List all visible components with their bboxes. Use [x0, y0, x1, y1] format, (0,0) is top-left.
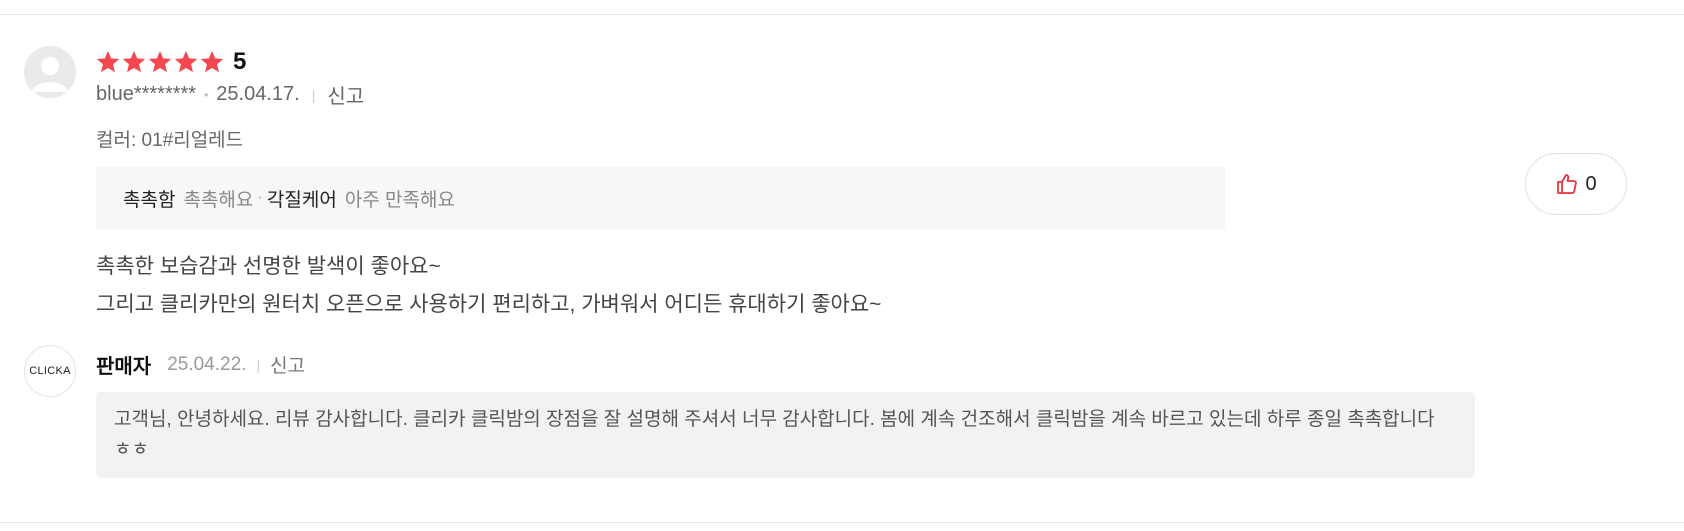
seller-name: 판매자 [96, 356, 152, 378]
seller-reply-date: 25.04.22. [167, 353, 247, 375]
seller-logo: CLICKA [24, 345, 76, 397]
star-icon [122, 50, 146, 73]
seller-report-link[interactable]: 신고 [270, 351, 305, 378]
attribute-key: 각질케어 [266, 190, 337, 211]
product-option: 컬러: 01#리얼레드 [96, 130, 244, 151]
rating: 5 [95, 46, 246, 78]
report-link[interactable]: 신고 [327, 80, 364, 109]
like-count: 0 [1585, 172, 1597, 195]
review-meta: blue******** • 25.04.17. | 신고 [96, 80, 364, 109]
thumbs-up-icon [1557, 174, 1578, 194]
reviewer-name: blue******** [96, 83, 197, 105]
review-text-line: 그리고 클리카만의 원터치 오픈으로 사용하기 편리하고, 가벼워서 어디든 휴… [96, 293, 882, 316]
review-date: 25.04.17. [216, 83, 300, 105]
bottom-divider [0, 522, 1684, 523]
like-button[interactable]: 0 [1525, 153, 1627, 215]
default-avatar-icon [24, 46, 76, 98]
seller-reply-meta: 판매자 25.04.22. | 신고 [96, 350, 305, 379]
attribute-value: 아주 만족해요 [344, 190, 455, 211]
review-text: 촉촉한 보습감과 선명한 발색이 좋아요~ 그리고 클리카만의 원터치 오픈으로… [96, 248, 1236, 324]
star-icon [174, 50, 198, 73]
meta-bar-separator: | [311, 86, 316, 103]
star-icon [148, 50, 172, 73]
review-attributes: 촉촉함 촉촉해요 • 각질케어 아주 만족해요 [96, 167, 1225, 230]
rating-value: 5 [233, 48, 247, 75]
meta-dot-separator: • [204, 87, 209, 102]
user-avatar [24, 46, 76, 98]
star-icon [200, 50, 224, 73]
attribute-value: 촉촉해요 [183, 190, 254, 211]
top-divider [0, 14, 1684, 15]
seller-logo-text: CLICKA [29, 365, 71, 377]
seller-reply-text: 고객님, 안녕하세요. 리뷰 감사합니다. 클리카 클릭밤의 장점을 잘 설명해… [96, 392, 1475, 478]
star-icon [96, 50, 120, 73]
attribute-separator: • [258, 193, 262, 204]
attribute-key: 촉촉함 [123, 190, 176, 211]
review-text-line: 촉촉한 보습감과 선명한 발색이 좋아요~ [96, 255, 441, 278]
star-rating [95, 49, 225, 75]
meta-bar-separator: | [256, 356, 261, 373]
